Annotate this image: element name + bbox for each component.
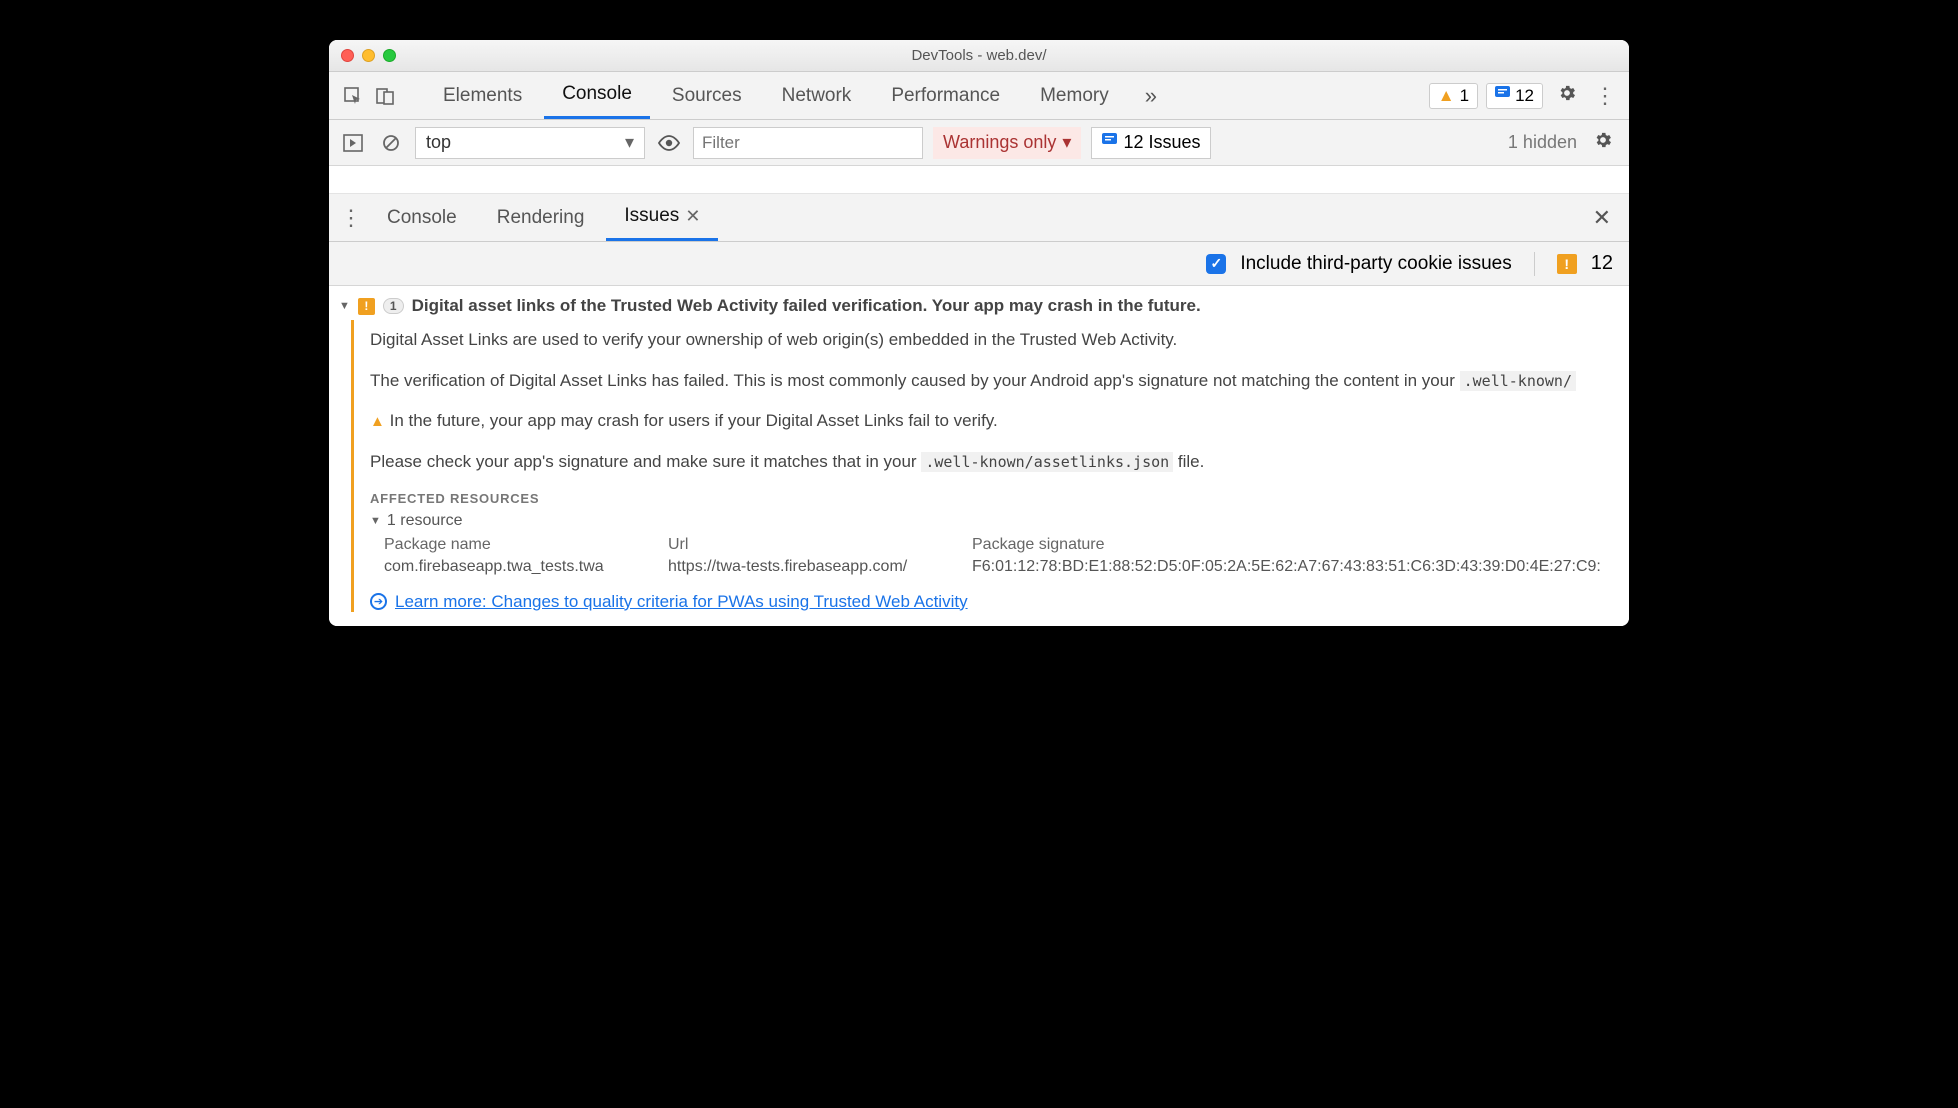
drawer-tab-issues[interactable]: Issues ✕	[606, 194, 718, 241]
resource-summary: 1 resource	[387, 512, 463, 530]
filter-input[interactable]	[693, 127, 923, 159]
drawer-tabstrip: ⋮ Console Rendering Issues ✕ ✕	[329, 194, 1629, 242]
code-path: .well-known/assetlinks.json	[921, 452, 1173, 472]
warning-triangle-icon: ▲	[370, 413, 385, 430]
console-toolbar: top ▾ Warnings only ▾ 12 Issues 1 hidden	[329, 120, 1629, 166]
issue-paragraph: Please check your app's signature and ma…	[370, 450, 1613, 475]
col-header-package: Package name	[384, 536, 644, 554]
cell-signature: F6:01:12:78:BD:E1:88:52:D5:0F:05:2A:5E:6…	[972, 558, 1613, 576]
expand-caret-icon[interactable]: ▼	[370, 515, 381, 527]
window-title: DevTools - web.dev/	[329, 47, 1629, 64]
chevron-down-icon: ▾	[1062, 132, 1071, 153]
issues-button-label: 12 Issues	[1123, 132, 1200, 153]
hidden-count[interactable]: 1 hidden	[1508, 132, 1577, 153]
issue-severity-icon: !	[358, 298, 375, 315]
toggle-sidebar-icon[interactable]	[339, 129, 367, 157]
warnings-badge[interactable]: ▲ 1	[1429, 83, 1478, 109]
resource-table: Package name Url Package signature com.f…	[370, 536, 1613, 576]
clear-console-icon[interactable]	[377, 129, 405, 157]
titlebar: DevTools - web.dev/	[329, 40, 1629, 72]
include-third-party-checkbox[interactable]: ✓	[1206, 254, 1226, 274]
tab-network[interactable]: Network	[764, 72, 870, 119]
resource-summary-row[interactable]: ▼ 1 resource	[370, 512, 1613, 530]
affected-resources-label: AFFECTED RESOURCES	[370, 491, 1613, 506]
log-level-selector[interactable]: Warnings only ▾	[933, 127, 1081, 159]
drawer-tab-console[interactable]: Console	[369, 194, 475, 241]
separator	[1534, 252, 1535, 276]
main-tabstrip: Elements Console Sources Network Perform…	[329, 72, 1629, 120]
expand-caret-icon[interactable]: ▼	[339, 300, 350, 312]
context-value: top	[426, 132, 451, 153]
cell-url: https://twa-tests.firebaseapp.com/	[668, 558, 948, 576]
drawer-kebab-icon[interactable]: ⋮	[337, 204, 365, 232]
device-toolbar-icon[interactable]	[371, 82, 399, 110]
tab-performance[interactable]: Performance	[873, 72, 1018, 119]
issues-alert-icon: !	[1557, 254, 1577, 274]
issue-paragraph: Digital Asset Links are used to verify y…	[370, 328, 1613, 353]
tab-console[interactable]: Console	[544, 72, 650, 119]
cell-package: com.firebaseapp.twa_tests.twa	[384, 558, 644, 576]
close-drawer-icon[interactable]: ✕	[1583, 205, 1621, 231]
tab-memory[interactable]: Memory	[1022, 72, 1127, 119]
message-icon	[1102, 132, 1117, 153]
inspect-element-icon[interactable]	[339, 82, 367, 110]
issue-header[interactable]: ▼ ! 1 Digital asset links of the Trusted…	[329, 292, 1629, 320]
text: In the future, your app may crash for us…	[390, 411, 998, 430]
drawer-tab-rendering[interactable]: Rendering	[479, 194, 603, 241]
warning-triangle-icon: ▲	[1438, 86, 1455, 106]
issue-title: Digital asset links of the Trusted Web A…	[412, 296, 1201, 316]
issue-warning-line: ▲ In the future, your app may crash for …	[370, 409, 1613, 434]
issues-button[interactable]: 12 Issues	[1091, 127, 1211, 159]
issue-body: Digital Asset Links are used to verify y…	[351, 320, 1629, 612]
external-link-icon: ➔	[370, 593, 387, 610]
log-level-label: Warnings only	[943, 132, 1056, 153]
warnings-count: 1	[1460, 86, 1469, 106]
col-header-signature: Package signature	[972, 536, 1613, 554]
text: file.	[1173, 452, 1204, 471]
text: Please check your app's signature and ma…	[370, 452, 921, 471]
tab-sources[interactable]: Sources	[654, 72, 760, 119]
messages-count: 12	[1515, 86, 1534, 106]
messages-badge[interactable]: 12	[1486, 83, 1543, 109]
issues-total-count: 12	[1591, 252, 1613, 275]
kebab-menu-icon[interactable]: ⋮	[1591, 82, 1619, 110]
text: The verification of Digital Asset Links …	[370, 371, 1460, 390]
chevron-down-icon: ▾	[625, 132, 634, 153]
console-settings-gear-icon[interactable]	[1587, 130, 1619, 156]
code-path: .well-known/	[1460, 371, 1576, 391]
col-header-url: Url	[668, 536, 948, 554]
console-output-empty	[329, 166, 1629, 194]
affected-resources-section: AFFECTED RESOURCES ▼ 1 resource Package …	[370, 491, 1613, 576]
live-expression-eye-icon[interactable]	[655, 129, 683, 157]
tab-elements[interactable]: Elements	[425, 72, 540, 119]
include-third-party-label: Include third-party cookie issues	[1240, 253, 1511, 275]
learn-more-row: ➔ Learn more: Changes to quality criteri…	[370, 592, 1613, 612]
devtools-window: DevTools - web.dev/ Elements Console Sou…	[329, 40, 1629, 626]
message-icon	[1495, 86, 1510, 106]
close-tab-icon[interactable]: ✕	[685, 206, 700, 227]
drawer-tab-issues-label: Issues	[624, 205, 679, 227]
context-selector[interactable]: top ▾	[415, 127, 645, 159]
issue-paragraph: The verification of Digital Asset Links …	[370, 369, 1613, 394]
issues-options-bar: ✓ Include third-party cookie issues ! 12	[329, 242, 1629, 286]
tabstrip-right: ▲ 1 12 ⋮	[1429, 82, 1619, 110]
issues-list: ▼ ! 1 Digital asset links of the Trusted…	[329, 286, 1629, 626]
learn-more-link[interactable]: Learn more: Changes to quality criteria …	[395, 592, 968, 612]
settings-gear-icon[interactable]	[1551, 83, 1583, 109]
tabs-overflow-icon[interactable]: »	[1131, 83, 1171, 109]
issue-occurrence-count: 1	[383, 298, 404, 314]
